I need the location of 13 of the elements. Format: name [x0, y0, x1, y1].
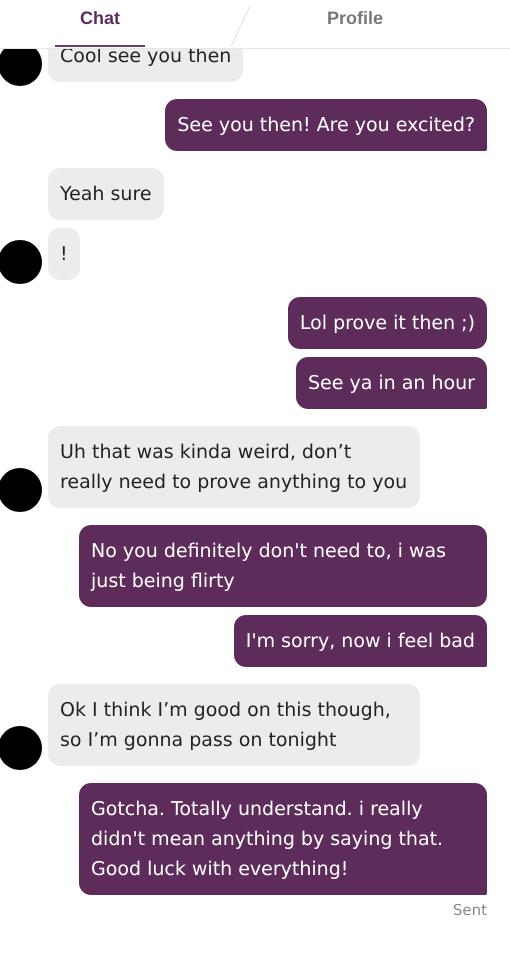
received-message: Yeah sure — [48, 168, 164, 220]
sent-message: See you then! Are you excited? — [165, 99, 487, 151]
tab[interactable]: Profile — [310, 0, 400, 48]
sent-message: Lol prove it then ;) — [288, 297, 487, 349]
sent-message: See ya in an hour — [296, 357, 487, 409]
received-message: Ok I think I’m good on this though, so I’m gonna pass on tonight — [48, 684, 420, 766]
received-message: ! — [48, 228, 80, 280]
tab[interactable]: Chat — [55, 0, 145, 47]
sent-message: Gotcha. Totally understand. i really didn't mean anything by saying that. Good luck with everything! — [79, 783, 487, 895]
sent-message: I'm sorry, now i feel bad — [234, 615, 487, 667]
received-message: Uh that was kinda weird, don’t really need to prove anything to you — [48, 426, 420, 508]
sent-status: Sent — [452, 901, 487, 919]
sent-message: No you definitely don't need to, i was just being flirty — [79, 525, 487, 607]
